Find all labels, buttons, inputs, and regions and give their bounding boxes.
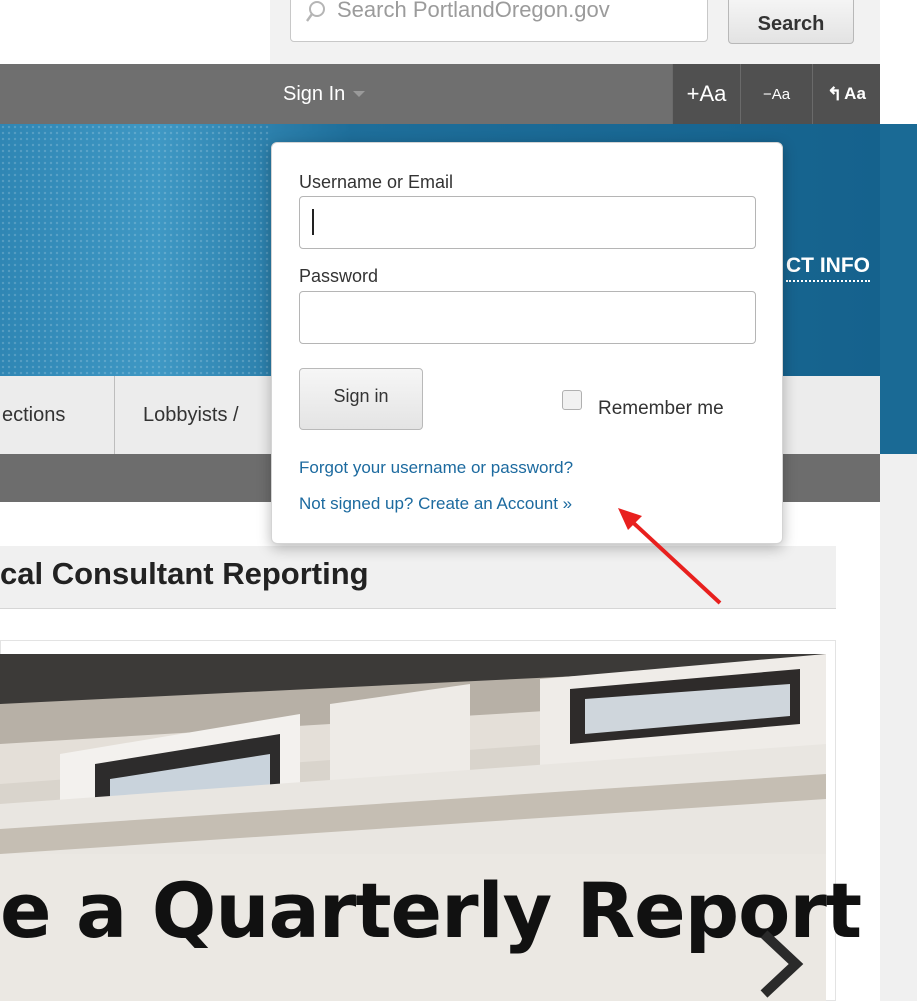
sign-in-button[interactable]: Sign in [299,368,423,430]
chevron-down-icon [353,91,366,97]
banner-pattern [0,124,270,376]
remember-me-checkbox[interactable] [562,390,582,410]
font-reset-button[interactable]: ↰ Aa [812,64,880,124]
contact-info-link[interactable]: CT INFO [786,254,870,282]
search-icon [306,1,325,22]
username-field[interactable] [299,196,756,249]
page-title: cal Consultant Reporting [0,556,369,591]
nav-item-lobbyists[interactable]: Lobbyists / [115,376,275,454]
right-rail [880,454,917,1001]
sign-in-toggle[interactable]: Sign In [283,64,366,124]
font-decrease-button[interactable]: −Aa [740,64,812,124]
font-reset-label: Aa [844,84,866,103]
forgot-credentials-link[interactable]: Forgot your username or password? [299,458,573,478]
nav-item-elections[interactable]: ections [0,376,114,454]
remember-me-label: Remember me [598,398,724,419]
font-increase-button[interactable]: +Aa [672,64,740,124]
banner-edge [880,124,917,454]
username-label: Username or Email [299,172,454,192]
password-label: Password [299,266,379,286]
font-increase-label: +Aa [686,81,727,106]
chevron-right-icon[interactable] [752,924,808,1001]
nav-item-label: ections [2,403,66,426]
text-cursor [312,209,314,235]
hero-caption: e a Quarterly Report [0,866,862,955]
search-button[interactable]: Search [728,0,854,44]
search-placeholder: Search PortlandOregon.gov [337,0,610,22]
create-account-link[interactable]: Not signed up? Create an Account » [299,494,572,514]
font-decrease-label: −Aa [762,85,791,103]
password-field[interactable] [299,291,756,344]
undo-icon: ↰ [827,83,843,104]
sign-in-label: Sign In [283,82,346,105]
annotation-arrow-icon [618,508,722,605]
nav-item-label: Lobbyists / [143,403,239,426]
search-input[interactable]: Search PortlandOregon.gov [290,0,708,42]
